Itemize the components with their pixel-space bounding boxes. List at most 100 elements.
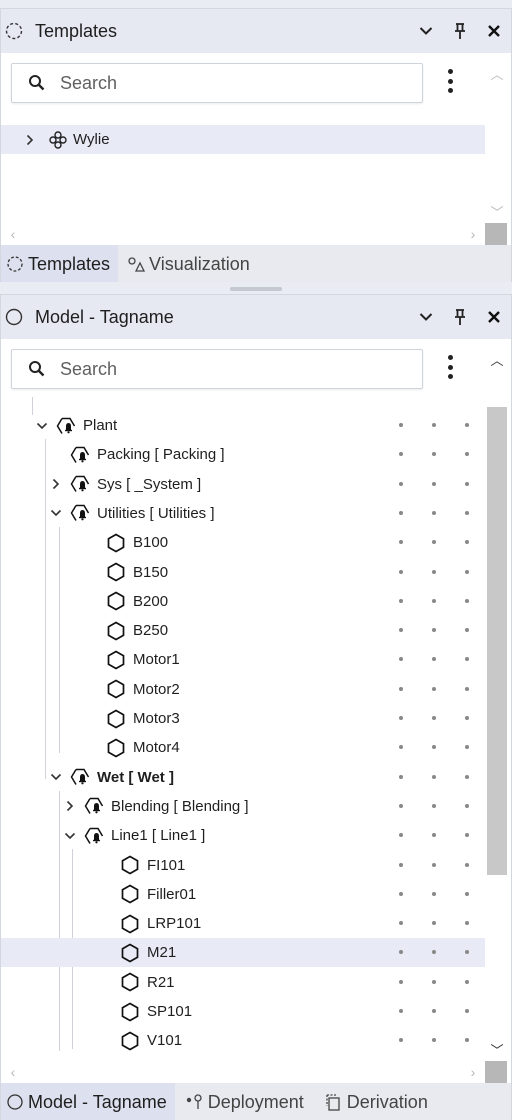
tree-item-motor4[interactable]: Motor4 [1,733,485,762]
status-dot [432,833,436,838]
tree-item-b150[interactable]: B150 [1,558,485,587]
tree-item-b100[interactable]: B100 [1,528,485,557]
tree-item-v101[interactable]: V101 [1,1026,485,1055]
pin-icon[interactable] [443,14,477,48]
tree-item-fi101[interactable]: FI101 [1,851,485,880]
area-icon [55,415,77,437]
scroll-left-icon[interactable]: ‹ [3,1061,23,1083]
tree-item-m21[interactable]: M21 [1,938,485,968]
tree-item-motor2[interactable]: Motor2 [1,675,485,704]
tree-item-plant[interactable]: Plant [1,411,485,440]
tab-derivation[interactable]: Derivation [312,1083,436,1120]
model-pane-title: Model - Tagname [35,306,174,327]
tree-item-label: SP101 [147,1003,193,1020]
row-status-dots [399,921,471,926]
templates-tab-bar: Templates Visualization [1,245,511,283]
pane-splitter[interactable] [0,282,512,294]
status-dot [465,862,469,867]
tree-item-motor1[interactable]: Motor1 [1,645,485,674]
scroll-thumb[interactable] [487,407,507,875]
scroll-down-icon[interactable]: ﹀ [485,201,509,221]
model-horizontal-scrollbar[interactable]: ‹ › [1,1061,485,1083]
templates-more-options-icon[interactable] [440,66,460,96]
model-search-box[interactable] [11,349,423,389]
chevron-right-icon[interactable] [63,799,77,813]
expander-placeholder [85,741,99,755]
tree-item-blending[interactable]: Blending [ Blending ] [1,792,485,821]
splitter-grip[interactable] [230,287,282,291]
scroll-down-icon[interactable]: ﹀ [485,1039,509,1059]
model-vertical-scrollbar[interactable]: ︿ ﹀ [485,347,509,1061]
tree-item-lrp101[interactable]: LRP101 [1,909,485,938]
tree-item-sys[interactable]: Sys [ _System ] [1,470,485,499]
object-hexagon-icon [105,532,127,554]
status-dot [465,745,469,750]
tree-item-b200[interactable]: B200 [1,587,485,616]
status-dot [465,657,469,662]
close-icon[interactable] [477,300,511,334]
tree-item-label: Motor1 [133,651,180,669]
scroll-up-icon[interactable]: ︿ [485,63,509,83]
deployment-icon [186,1094,202,1109]
chevron-down-icon[interactable] [409,14,443,48]
chevron-right-icon[interactable] [23,133,37,147]
status-dot [432,598,436,603]
status-dot [465,686,469,691]
tab-templates[interactable]: Templates [1,245,119,283]
status-dot [465,510,469,515]
tree-item-packing[interactable]: Packing [ Packing ] [1,440,485,469]
tree-item-r21[interactable]: R21 [1,968,485,997]
status-dot [465,540,469,545]
tree-item-motor3[interactable]: Motor3 [1,704,485,733]
object-hexagon-icon [119,913,141,935]
area-icon [69,502,91,524]
tree-item-wylie[interactable]: Wylie [1,125,485,154]
tree-item-b250[interactable]: B250 [1,616,485,645]
expander-placeholder [49,448,63,462]
scroll-corner [485,223,507,245]
chevron-down-icon[interactable] [49,506,63,520]
chevron-down-icon[interactable] [409,300,443,334]
chevron-right-icon[interactable] [49,477,63,491]
status-dot [465,891,469,896]
expander-placeholder [99,946,113,960]
tab-visualization[interactable]: Visualization [118,245,258,283]
model-pane: Model - Tagname ︿ ﹀ Plant Packing [ Packi… [0,294,512,1120]
tree-item-label: Blending [ Blending ] [111,797,249,815]
chevron-down-icon[interactable] [35,419,49,433]
pin-icon[interactable] [443,300,477,334]
status-dot [465,774,469,779]
area-icon [69,444,91,466]
tree-item-label: M21 [147,944,177,962]
chevron-down-icon[interactable] [63,829,77,843]
tree-item-utilities[interactable]: Utilities [ Utilities ] [1,499,485,528]
search-icon [29,361,45,377]
tree-item-sp101[interactable]: SP101 [1,997,485,1026]
status-dot [432,950,436,955]
scroll-right-icon[interactable]: › [463,223,483,245]
row-status-dots [399,540,471,545]
chevron-down-icon[interactable] [49,770,63,784]
tab-model-tagname[interactable]: Model - Tagname [1,1083,175,1120]
tree-item-filler01[interactable]: Filler01 [1,880,485,909]
templates-horizontal-scrollbar[interactable]: ‹ › [1,223,485,245]
status-dot [432,423,436,427]
object-hexagon-icon [105,678,127,700]
templates-search-input[interactable] [60,72,390,94]
scroll-up-icon[interactable]: ︿ [485,349,509,369]
scroll-left-icon[interactable]: ‹ [3,223,23,245]
templates-vertical-scrollbar[interactable]: ︿ ﹀ [485,61,509,223]
tree-item-label: B150 [133,563,169,581]
scroll-right-icon[interactable]: › [463,1061,483,1083]
close-icon[interactable] [477,14,511,48]
tree-item-wet[interactable]: Wet [ Wet ] [1,763,485,792]
templates-search-box[interactable] [11,63,423,103]
status-dot [432,1009,436,1013]
model-search-input[interactable] [60,358,390,380]
tree-item-line1[interactable]: Line1 [ Line1 ] [1,821,485,850]
model-more-options-icon[interactable] [440,352,460,382]
row-status-dots [399,891,471,897]
tab-deployment[interactable]: Deployment [175,1083,312,1120]
model-tab-bar: Model - Tagname Deployment Derivation [1,1083,511,1120]
status-dot [432,686,436,691]
